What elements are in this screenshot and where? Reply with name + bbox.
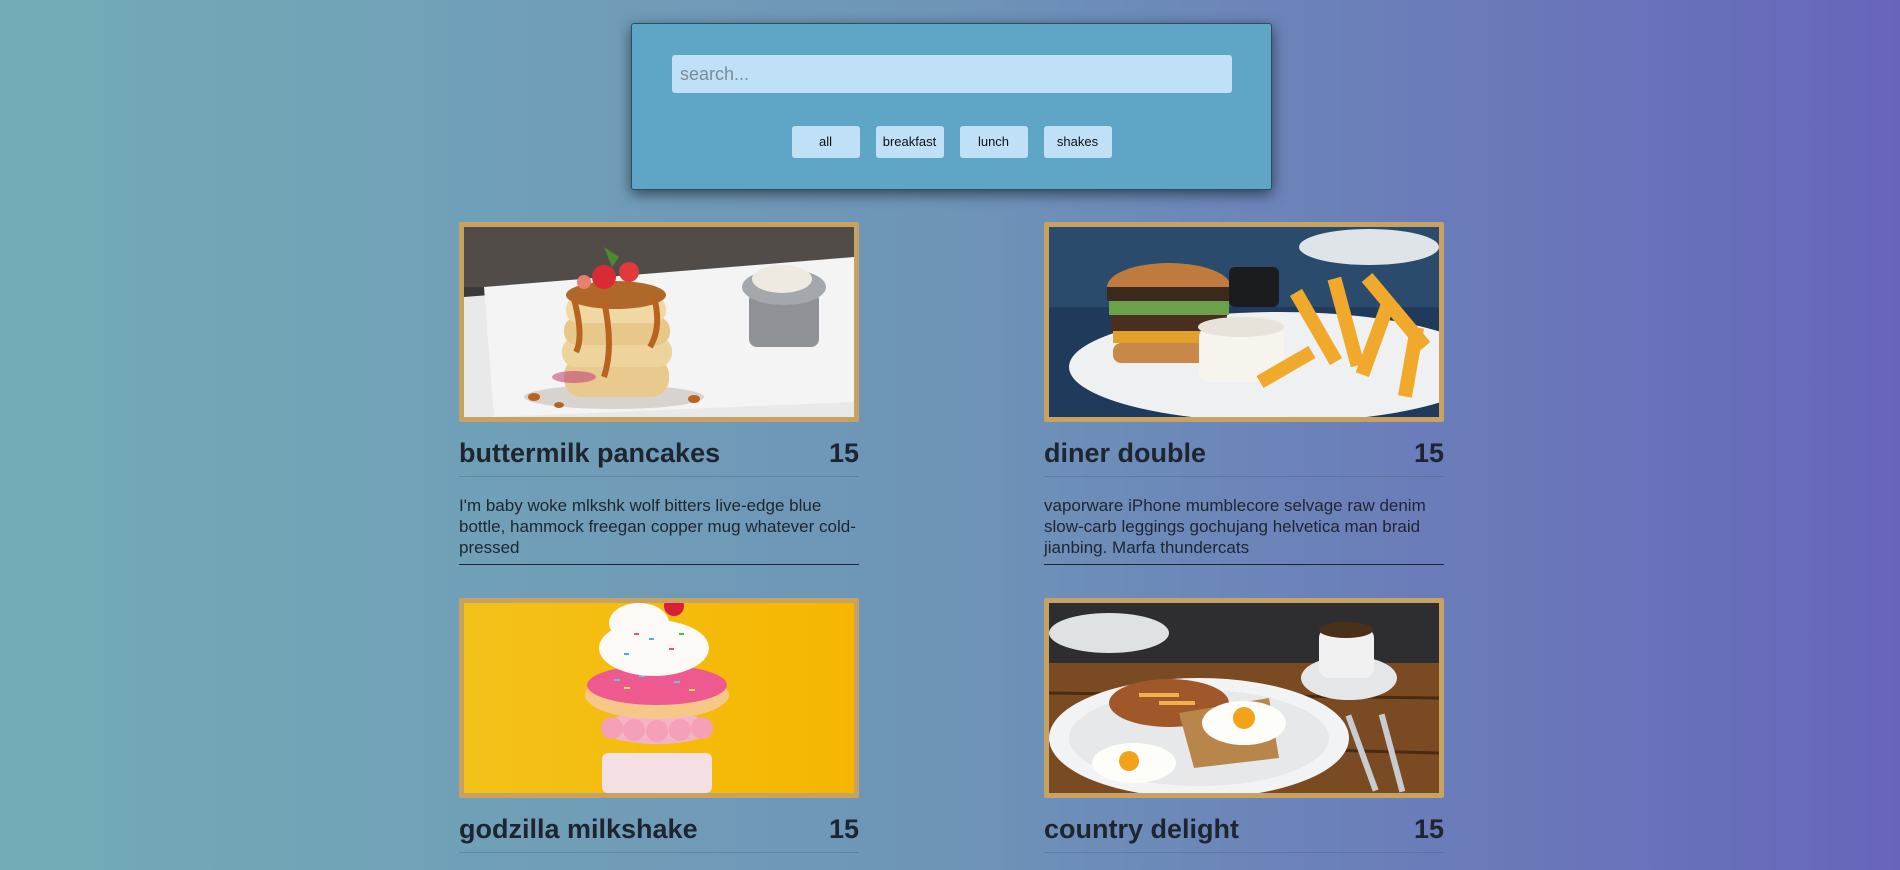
- menu-item-card: diner double 15 vaporware iPhone mumblec…: [1044, 222, 1444, 565]
- item-title: diner double: [1044, 437, 1206, 468]
- search-panel: all breakfast lunch shakes: [631, 23, 1272, 190]
- country-delight-photo: [1044, 598, 1444, 798]
- search-wrapper: [672, 55, 1232, 93]
- milkshake-photo: [459, 598, 859, 798]
- pancakes-photo: [459, 222, 859, 422]
- item-price: 15: [1413, 437, 1444, 468]
- item-price: 15: [828, 437, 859, 468]
- burger-photo: [1044, 222, 1444, 422]
- item-description: vaporware iPhone mumblecore selvage raw …: [1044, 495, 1444, 565]
- item-title: godzilla milkshake: [459, 813, 698, 844]
- filter-bar: all breakfast lunch shakes: [632, 126, 1271, 158]
- item-title: country delight: [1044, 813, 1239, 844]
- item-price: 15: [828, 813, 859, 844]
- search-input[interactable]: [672, 55, 1232, 93]
- menu-item-card: country delight 15: [1044, 598, 1444, 853]
- filter-shakes-button[interactable]: shakes: [1043, 126, 1112, 158]
- filter-all-button[interactable]: all: [791, 126, 860, 158]
- filter-lunch-button[interactable]: lunch: [959, 126, 1028, 158]
- item-title: buttermilk pancakes: [459, 437, 721, 468]
- item-description: I'm baby woke mlkshk wolf bitters live-e…: [459, 495, 859, 565]
- item-price: 15: [1413, 813, 1444, 844]
- item-header: diner double 15: [1044, 436, 1444, 477]
- item-header: godzilla milkshake 15: [459, 812, 859, 853]
- menu-item-card: godzilla milkshake 15: [459, 598, 859, 853]
- menu-item-card: buttermilk pancakes 15 I'm baby woke mlk…: [459, 222, 859, 565]
- item-header: country delight 15: [1044, 812, 1444, 853]
- item-header: buttermilk pancakes 15: [459, 436, 859, 477]
- filter-breakfast-button[interactable]: breakfast: [875, 126, 944, 158]
